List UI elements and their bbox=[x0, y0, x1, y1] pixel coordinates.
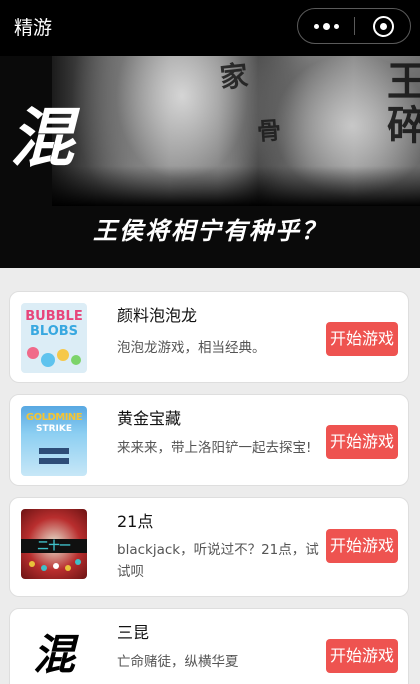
mini-program-capsule bbox=[297, 8, 411, 44]
game-description: 亡命赌徒，纵横华夏 bbox=[117, 654, 239, 670]
start-game-button[interactable]: 开始游戏 bbox=[326, 322, 398, 356]
thumbnail-title: GOLDMINE bbox=[25, 412, 83, 423]
page-title: 精游 bbox=[14, 17, 53, 39]
thumbnail-subtitle: STRIKE bbox=[35, 424, 73, 434]
top-nav-bar: 精游 bbox=[0, 0, 420, 56]
game-description: 泡泡龙游戏，相当经典。 bbox=[117, 340, 266, 356]
game-description: blackjack，听说过不？21点，试试呗 bbox=[117, 542, 319, 580]
thumbnail-title: 二十一 bbox=[37, 539, 71, 552]
thumbnail-subtitle: BLOBS bbox=[29, 324, 79, 339]
start-game-button[interactable]: 开始游戏 bbox=[326, 425, 398, 459]
start-game-button[interactable]: 开始游戏 bbox=[326, 639, 398, 673]
game-card[interactable]: 混 三昆 亡命赌徒，纵横华夏 开始游戏 bbox=[9, 608, 409, 684]
banner-photo: 家 骨 王碎 bbox=[52, 56, 420, 206]
thumbnail-title: BUBBLE bbox=[25, 309, 83, 324]
game-card[interactable]: BUBBLE BLOBS 颜料泡泡龙 泡泡龙游戏，相当经典。 开始游戏 bbox=[9, 291, 409, 383]
game-thumbnail: 混 bbox=[21, 620, 87, 684]
target-close-icon[interactable] bbox=[355, 9, 411, 43]
tattoo-glyph: 王碎 bbox=[387, 58, 420, 149]
game-thumbnail: 二十一 bbox=[21, 509, 87, 579]
game-name: 黄金宝藏 bbox=[117, 409, 182, 428]
banner-slogan: 王侯将相宁有种乎？ bbox=[93, 216, 327, 245]
more-dots-icon[interactable] bbox=[298, 9, 354, 43]
game-name: 三昆 bbox=[117, 623, 150, 642]
game-description: 来来来，带上洛阳铲一起去探宝! bbox=[117, 440, 312, 456]
start-game-button[interactable]: 开始游戏 bbox=[326, 529, 398, 563]
hero-banner[interactable]: 家 骨 王碎 混 王侯将相宁有种乎？ bbox=[0, 56, 420, 268]
tattoo-glyph: 骨 bbox=[255, 115, 282, 146]
game-thumbnail: GOLDMINE STRIKE bbox=[21, 406, 87, 476]
thumbnail-title: 混 bbox=[32, 630, 75, 679]
game-name: 颜料泡泡龙 bbox=[117, 306, 198, 325]
banner-side-character: 混 bbox=[10, 101, 74, 176]
game-card[interactable]: GOLDMINE STRIKE 黄金宝藏 来来来，带上洛阳铲一起去探宝! 开始游… bbox=[9, 394, 409, 486]
game-name: 21点 bbox=[117, 512, 154, 531]
tattoo-glyph: 家 bbox=[218, 58, 250, 95]
game-thumbnail: BUBBLE BLOBS bbox=[21, 303, 87, 373]
game-card[interactable]: 二十一 21点 blackjack，听说过不？21点，试试呗 开始游戏 bbox=[9, 497, 409, 597]
